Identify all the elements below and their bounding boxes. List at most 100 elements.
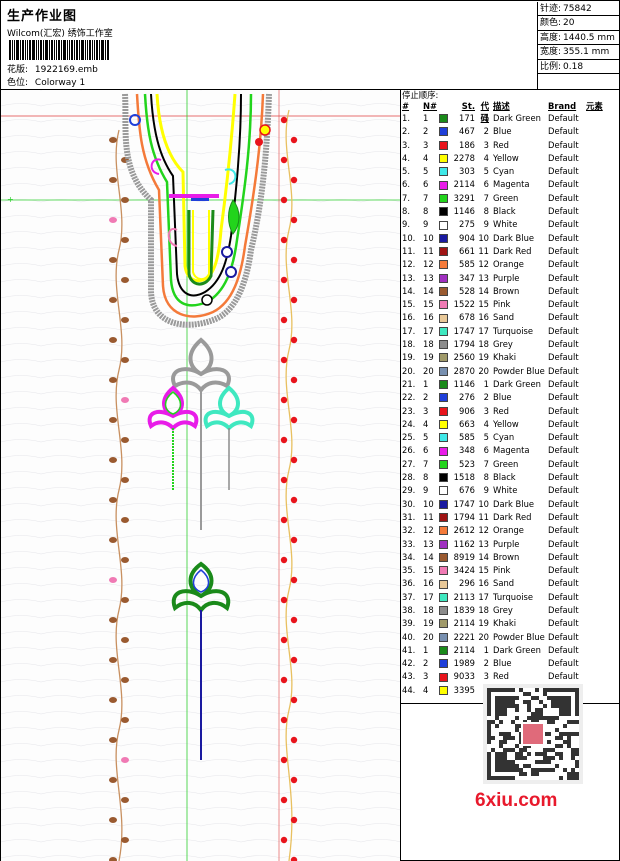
row-stitches: 171: [459, 113, 475, 123]
row-stitches: 585: [459, 432, 475, 443]
row-needle: 15: [423, 299, 434, 310]
row-element: [586, 631, 608, 644]
row-stitches: 467: [459, 126, 475, 137]
row-element: [586, 511, 608, 524]
row-code: 18: [478, 604, 489, 615]
row-needle: 20: [423, 631, 434, 642]
fleur-magenta: [147, 385, 199, 490]
row-code: 6: [483, 179, 489, 190]
row-code: 7: [483, 458, 489, 469]
row-index: 25.: [402, 432, 416, 443]
row-element: [586, 112, 608, 125]
row-needle: 8: [423, 206, 429, 217]
table-row: 34. 14 8919 14 Brown Default: [401, 551, 620, 564]
color-swatch: [439, 617, 453, 630]
row-brand: Default: [548, 113, 579, 123]
row-index: 33.: [402, 538, 416, 549]
row-description: Purple: [493, 538, 520, 549]
guide-marker: +: [7, 195, 14, 204]
color-swatch: [439, 511, 453, 524]
row-needle: 6: [423, 179, 429, 190]
colorway-value: Colorway 1: [34, 78, 86, 88]
row-stitches: 2278: [453, 152, 475, 163]
table-row: 27. 7 523 7 Green Default: [401, 458, 620, 471]
row-stitches: 348: [459, 445, 475, 456]
row-element: [586, 125, 608, 138]
row-code: 2: [483, 126, 489, 137]
row-index: 16.: [402, 312, 416, 323]
color-swatch: [439, 538, 453, 551]
color-swatch: [439, 365, 453, 378]
row-index: 38.: [402, 604, 416, 615]
table-row: 39. 19 2114 19 Khaki Default: [401, 617, 620, 630]
table-row: 5. 5 303 5 Cyan Default: [401, 165, 620, 178]
row-code: 2: [483, 658, 489, 669]
color-swatch: [439, 418, 453, 431]
row-element: [586, 564, 608, 577]
color-swatch: [439, 444, 453, 457]
row-element: [586, 311, 608, 324]
row-needle: 13: [423, 538, 434, 549]
row-element: [586, 444, 608, 457]
left-vine-leaves: [109, 137, 129, 861]
row-description: Black: [493, 472, 516, 483]
row-stitches: 1146: [453, 378, 475, 389]
row-brand: Default: [548, 578, 579, 589]
row-index: 12.: [402, 259, 416, 270]
neckline-outer-grey: [122, 93, 272, 328]
row-code: 10: [478, 232, 489, 243]
row-index: 8.: [402, 206, 410, 217]
color-swatch: [439, 192, 453, 205]
row-element: [586, 338, 608, 351]
row-index: 14.: [402, 285, 416, 296]
row-brand: Default: [548, 126, 579, 137]
row-description: Powder Blue: [493, 365, 545, 376]
row-brand: Default: [548, 352, 579, 363]
table-row: 31. 11 1794 11 Dark Red Default: [401, 511, 620, 524]
row-index: 34.: [402, 551, 416, 562]
color-swatch: [439, 298, 453, 311]
row-index: 32.: [402, 525, 416, 536]
color-swatch: [439, 112, 453, 125]
row-brand: Default: [548, 618, 579, 629]
table-row: 15. 15 1522 15 Pink Default: [401, 298, 620, 311]
row-brand: Default: [548, 565, 579, 576]
row-element: [586, 617, 608, 630]
color-swatch: [439, 232, 453, 245]
table-row: 13. 13 347 13 Purple Default: [401, 272, 620, 285]
row-stitches: 2870: [453, 365, 475, 376]
row-description: Dark Red: [493, 511, 532, 522]
row-element: [586, 498, 608, 511]
row-needle: 16: [423, 312, 434, 323]
row-element: [586, 298, 608, 311]
row-description: Dark Green: [493, 113, 541, 123]
row-brand: Default: [548, 179, 579, 190]
table-row: 33. 13 1162 13 Purple Default: [401, 538, 620, 551]
row-code: 16: [478, 312, 489, 323]
row-needle: 5: [423, 432, 429, 443]
table-row: 4. 4 2278 4 Yellow Default: [401, 152, 620, 165]
table-row: 9. 9 275 9 White Default: [401, 218, 620, 231]
table-row: 18. 18 1794 18 Grey Default: [401, 338, 620, 351]
row-needle: 15: [423, 565, 434, 576]
row-stitches: 528: [459, 285, 475, 296]
qr-code: [483, 684, 583, 784]
row-brand: Default: [548, 365, 579, 376]
row-needle: 7: [423, 458, 429, 469]
color-swatch: [439, 498, 453, 511]
fleur-dark-green: [171, 561, 231, 760]
table-row: 26. 6 348 6 Magenta Default: [401, 444, 620, 457]
flower-blue-2: [221, 246, 233, 258]
table-title: 停止顺序:: [402, 90, 439, 100]
row-code: 1: [483, 644, 489, 655]
row-description: Yellow: [493, 152, 519, 163]
header-info: 生产作业图 Wilcom(汇宏) 绣饰工作室 花版: 1922169.emb 色…: [5, 4, 535, 88]
row-element: [586, 684, 608, 697]
row-element: [586, 538, 608, 551]
embroidery-design: +: [1, 90, 400, 861]
row-needle: 18: [423, 339, 434, 350]
stop-sequence-table: 停止顺序: # N# St. 代码 描述 Brand 元素 1. 1 171 1 Dar…: [401, 90, 620, 703]
row-index: 6.: [402, 179, 410, 190]
row-stitches: 1162: [453, 538, 475, 549]
row-stitches: 9033: [453, 671, 475, 682]
